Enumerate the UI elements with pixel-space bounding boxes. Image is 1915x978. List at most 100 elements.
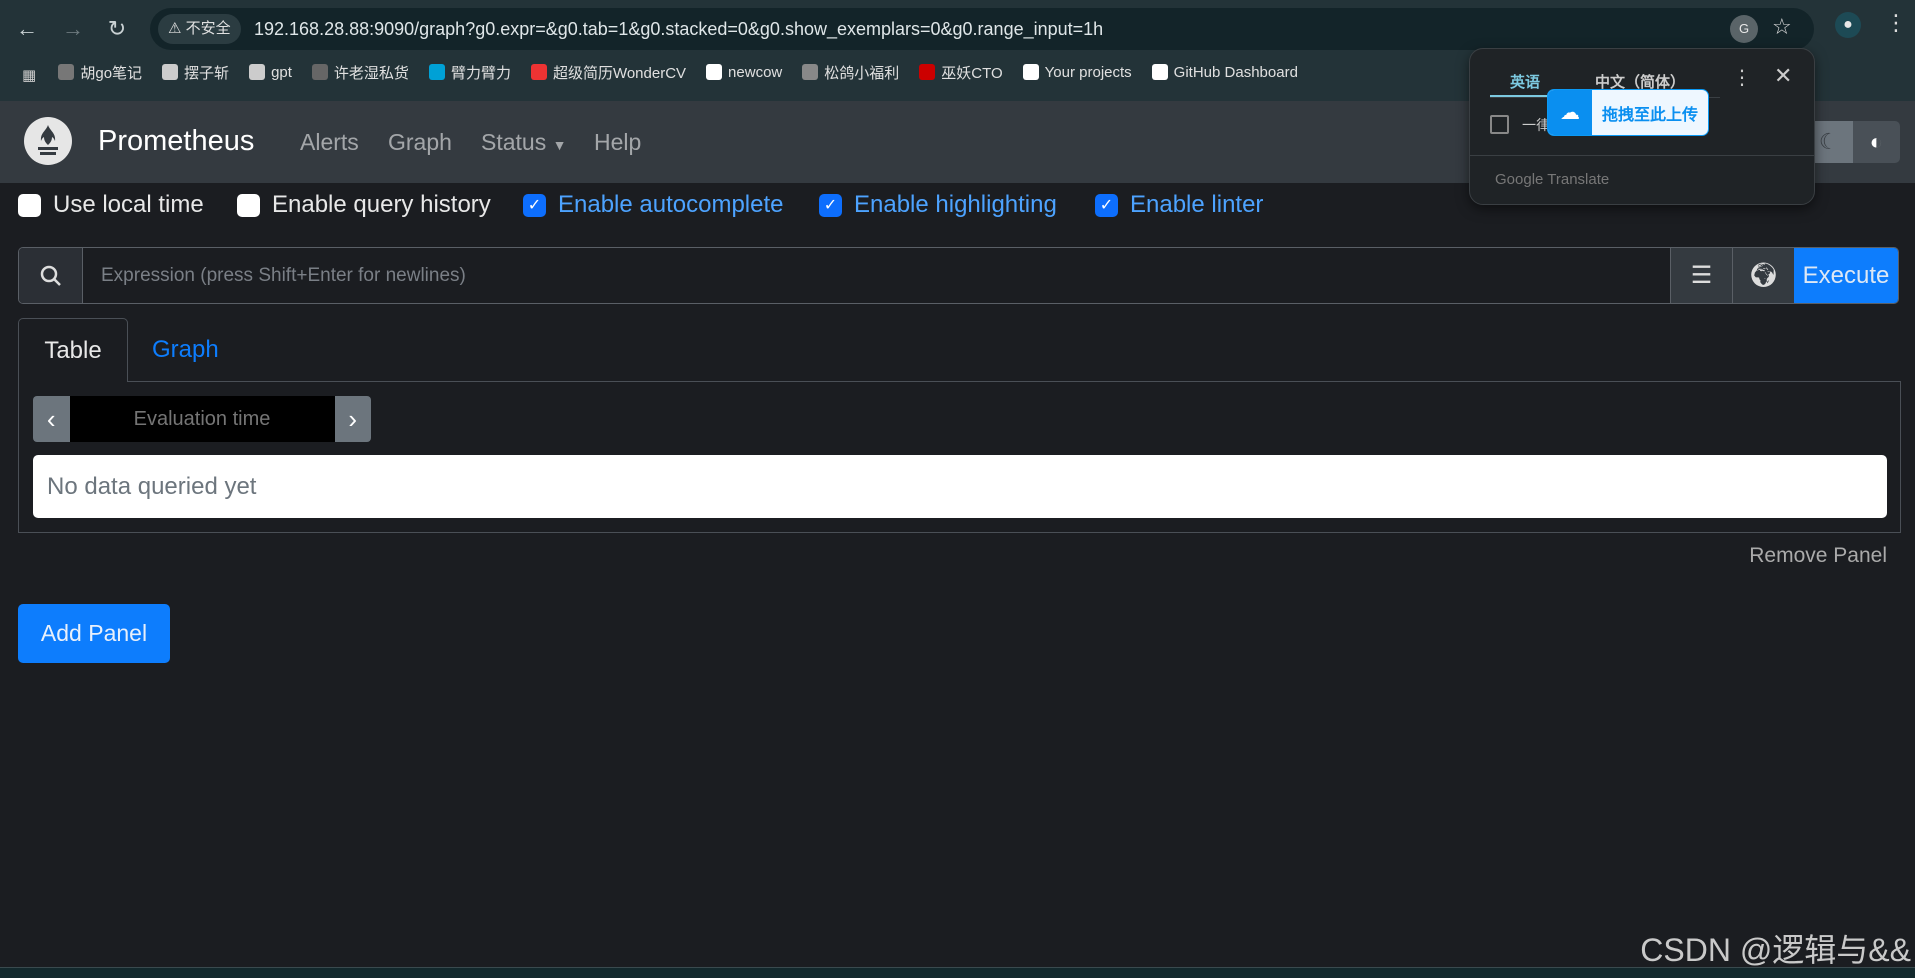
bookmark-label: GitHub Dashboard (1173, 63, 1298, 81)
metrics-explorer-button[interactable]: 🌍︎ (1732, 248, 1794, 303)
bookmark-icon (428, 64, 445, 80)
taskbar (0, 967, 1915, 978)
divider (1470, 155, 1814, 156)
option-label: Use local time (53, 191, 204, 218)
cloud-icon: ☁ (1548, 90, 1592, 135)
bookmark-icon (530, 64, 547, 80)
checkbox[interactable] (237, 193, 260, 217)
option-label: Enable query history (272, 191, 491, 218)
bookmark-item[interactable]: 巫妖CTO (919, 57, 1003, 87)
nav-help[interactable]: Help (594, 129, 641, 156)
bookmark-item[interactable]: Your projects (1022, 57, 1132, 87)
contrast-icon[interactable]: ◐ (1852, 121, 1900, 163)
bookmark-icon (162, 64, 179, 80)
security-label: 不安全 (185, 20, 231, 37)
bookmark-item[interactable]: 臂力臂力 (428, 57, 511, 87)
execute-button[interactable]: Execute (1794, 248, 1898, 303)
caret-down-icon: ▼ (552, 137, 567, 153)
upload-drop-target[interactable]: ☁ 拖拽至此上传 (1547, 89, 1709, 136)
star-icon[interactable]: ☆ (1772, 14, 1792, 40)
nav-alerts[interactable]: Alerts (300, 129, 359, 156)
bookmark-label: 超级简历WonderCV (552, 64, 687, 82)
option-query-history[interactable]: Enable query history (237, 191, 491, 219)
translate-icon[interactable]: G (1730, 15, 1758, 43)
bookmark-label: 巫妖CTO (941, 64, 1003, 82)
bookmark-icon (1151, 64, 1168, 80)
reload-icon[interactable]: ↻ (102, 14, 132, 44)
upload-label: 拖拽至此上传 (1602, 106, 1699, 124)
translate-popup: 英语 中文（简体） ⋮ ✕ 一律 ☁ 拖拽至此上传 Google Transla… (1469, 48, 1815, 205)
tab-table[interactable]: Table (18, 318, 128, 382)
chevron-left-icon[interactable]: ‹ (33, 396, 70, 442)
more-icon[interactable]: ⋮ (1732, 65, 1752, 90)
bookmark-label: 胡go笔记 (80, 64, 143, 82)
checkbox[interactable]: ✓ (1095, 193, 1118, 217)
bookmark-item[interactable]: 松鸽小福利 (802, 57, 899, 87)
bookmark-icon (706, 64, 723, 80)
watermark: CSDN @逻辑与&& (1640, 932, 1911, 968)
option-linter[interactable]: ✓ Enable linter (1095, 191, 1263, 219)
option-autocomplete[interactable]: ✓ Enable autocomplete (523, 191, 784, 219)
bookmark-label: Your projects (1044, 63, 1132, 81)
indent-icon: ☰ (1690, 262, 1713, 289)
expression-bar: ☰ 🌍︎ Execute (18, 247, 1899, 304)
evaluation-time-input[interactable] (69, 396, 335, 442)
bookmark-label: 许老湿私货 (333, 64, 409, 82)
checkbox[interactable] (18, 193, 41, 217)
tab-graph[interactable]: Graph (152, 318, 219, 382)
nav-status-label: Status (481, 129, 547, 155)
bookmark-item[interactable]: gpt (249, 57, 292, 87)
search-icon (19, 248, 83, 303)
bookmark-item[interactable]: 超级简历WonderCV (530, 57, 687, 87)
bookmark-icon (311, 64, 328, 80)
bookmark-icon (802, 64, 819, 80)
bookmark-icon (249, 64, 266, 80)
url-text[interactable]: 192.168.28.88:9090/graph?g0.expr=&g0.tab… (254, 8, 1103, 50)
bookmark-item[interactable]: GitHub Dashboard (1151, 57, 1298, 87)
tab-source-language[interactable]: 英语 (1510, 71, 1540, 92)
always-translate-label: 一律 (1522, 117, 1550, 133)
close-icon[interactable]: ✕ (1774, 63, 1792, 89)
nav-graph[interactable]: Graph (388, 129, 452, 156)
bookmark-icon (919, 64, 936, 80)
option-label: Enable highlighting (854, 191, 1057, 218)
theme-toggle[interactable]: ☾ ◐ (1805, 121, 1900, 163)
chevron-right-icon[interactable]: › (334, 396, 371, 442)
option-label: Enable linter (1130, 191, 1264, 218)
address-bar[interactable]: ⚠ 不安全 192.168.28.88:9090/graph?g0.expr=&… (150, 8, 1814, 50)
checkbox[interactable]: ✓ (523, 193, 546, 217)
remove-panel-link[interactable]: Remove Panel (1749, 544, 1887, 568)
bookmark-icon (58, 64, 75, 80)
forward-icon[interactable]: → (58, 14, 88, 44)
always-translate-checkbox[interactable] (1490, 115, 1509, 134)
menu-icon[interactable]: ⋮ (1885, 10, 1907, 36)
nav-status[interactable]: Status ▼ (481, 129, 566, 156)
back-icon[interactable]: ← (12, 14, 42, 44)
no-data-message: No data queried yet (33, 455, 1887, 518)
option-highlighting[interactable]: ✓ Enable highlighting (819, 191, 1057, 219)
option-use-local-time[interactable]: Use local time (18, 191, 204, 219)
option-label: Enable autocomplete (558, 191, 784, 218)
bookmark-item[interactable]: 摆子斩 (162, 57, 229, 87)
format-expression-button[interactable]: ☰ (1670, 248, 1732, 303)
panel: ‹ › No data queried yet (18, 381, 1901, 533)
apps-icon[interactable]: ▦ (22, 60, 36, 90)
bookmark-item[interactable]: 胡go笔记 (58, 57, 142, 87)
profile-icon[interactable]: ● (1835, 12, 1861, 38)
checkbox[interactable]: ✓ (819, 193, 842, 217)
add-panel-button[interactable]: Add Panel (18, 604, 170, 663)
bookmark-icon (1022, 64, 1039, 80)
security-indicator[interactable]: ⚠ 不安全 (158, 14, 241, 44)
evaluation-time-picker: ‹ › (33, 396, 371, 442)
bookmark-label: gpt (271, 63, 292, 81)
prometheus-logo-icon (24, 117, 72, 165)
bookmark-label: 摆子斩 (184, 64, 230, 82)
brand[interactable]: Prometheus (98, 125, 254, 158)
bookmark-label: 松鸽小福利 (824, 64, 900, 82)
expression-input[interactable] (83, 248, 1670, 303)
bookmark-item[interactable]: 许老湿私货 (311, 57, 409, 87)
bookmark-item[interactable]: newcow (706, 57, 782, 87)
bookmark-label: newcow (728, 63, 783, 81)
globe-icon: 🌍︎ (1748, 262, 1779, 289)
bookmark-label: 臂力臂力 (450, 64, 511, 82)
